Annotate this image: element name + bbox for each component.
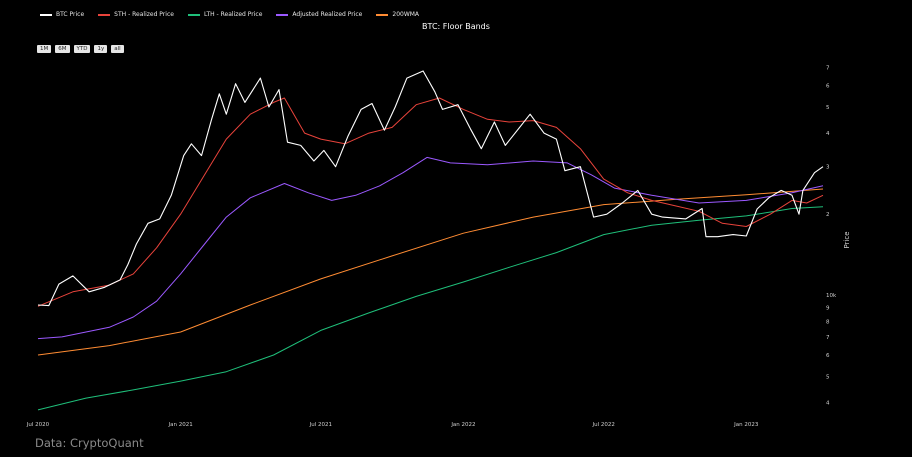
series-line-200wma: [37, 188, 824, 356]
x-tick-label: Jan 2023: [733, 422, 759, 428]
y-tick-label: 7: [826, 66, 830, 72]
plot-area: Jul 2020 Jan 2021 Jul 2021 Jan 2022 Jul 2022…: [26, 66, 851, 428]
x-tick-label: Jan 2022: [450, 422, 475, 428]
x-tick-label: Jan 2021: [167, 422, 192, 428]
y-tick-label: 5: [826, 105, 830, 111]
y-tick-label: 6: [826, 353, 830, 359]
y-tick-label: 2: [826, 212, 830, 218]
series-line-adjusted-realized-price: [37, 156, 824, 340]
series-line-sth-realized-price: [37, 97, 824, 307]
y-tick-label: 10k: [826, 293, 837, 299]
y-tick-label: 4: [826, 400, 830, 406]
series-line-lth-realized-price: [37, 206, 824, 411]
y-axis-label: Price: [843, 231, 851, 248]
y-tick-label: 9: [826, 306, 830, 312]
x-tick-label: Jul 2020: [26, 422, 50, 428]
y-tick-label: 8: [826, 319, 830, 325]
x-tick-label: Jul 2021: [309, 422, 332, 428]
y-tick-label: 3: [826, 165, 830, 171]
y-tick-label: 7: [826, 335, 830, 341]
y-tick-label: 6: [826, 84, 830, 90]
y-tick-label: 5: [826, 374, 830, 380]
source-note: Data: CryptoQuant: [35, 436, 144, 450]
y-tick-label: 4: [826, 131, 830, 137]
series-line-btc-price: [37, 70, 824, 307]
x-tick-label: Jul 2022: [592, 422, 615, 428]
